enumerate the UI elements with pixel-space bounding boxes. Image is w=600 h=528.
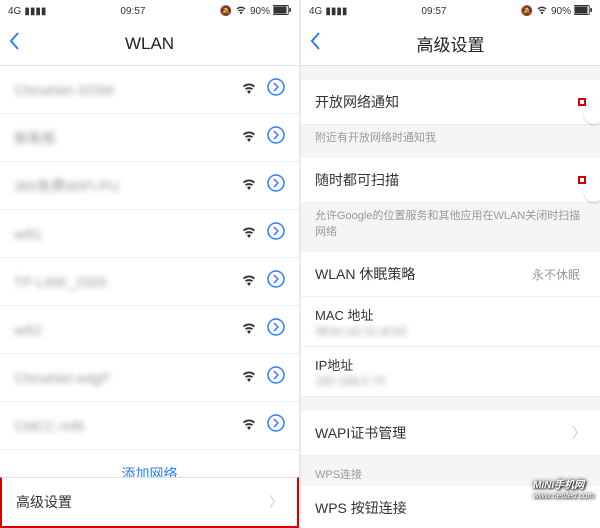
mute-icon: 🔕 (220, 6, 232, 17)
always-scan-row[interactable]: 随时都可扫描 (301, 158, 600, 203)
wifi-row[interactable]: ChinaNet-32SM (0, 66, 299, 114)
wifi-signal-icon (241, 177, 257, 195)
wifi-row[interactable]: CMCC-mf6 (0, 402, 299, 450)
battery-pct: 90% (250, 6, 270, 17)
wifi-row[interactable]: wifi2 (0, 306, 299, 354)
toggle-knob (584, 104, 600, 124)
battery-pct: 90% (551, 6, 571, 17)
wifi-detail-icon[interactable] (267, 414, 285, 437)
status-bar: 4G ▮▮▮▮ 09:57 🔕 90% (0, 0, 299, 22)
battery-icon (273, 5, 291, 18)
wapi-row[interactable]: WAPI证书管理 〉 (301, 411, 600, 456)
page-title: 高级设置 (301, 31, 600, 56)
wifi-name: ChinaNet-32SM (14, 82, 241, 98)
wifi-row[interactable]: wifi1 (0, 210, 299, 258)
header: WLAN (0, 22, 299, 66)
wifi-status-icon (536, 5, 548, 18)
wifi-signal-icon (241, 273, 257, 291)
watermark: MiNi手机网 www.netded.com (533, 476, 594, 500)
advanced-content: 开放网络通知 附近有开放网络时通知我 随时都可扫描 允许Google的位置服务和… (301, 66, 600, 528)
wifi-name: 360免费WIFI-PU (14, 176, 241, 196)
left-phone-wlan: 4G ▮▮▮▮ 09:57 🔕 90% WLAN ChinaNet-32SM 板… (0, 0, 299, 528)
wifi-signal-icon (241, 369, 257, 387)
wifi-detail-icon[interactable] (267, 174, 285, 197)
page-title: WLAN (0, 34, 299, 54)
toggle-knob (584, 182, 600, 202)
right-phone-advanced: 4G ▮▮▮▮ 09:57 🔕 90% 高级设置 开放网络通知 附近有 (301, 0, 600, 528)
watermark-text: MiNi手机网 (533, 476, 594, 491)
mute-icon: 🔕 (521, 6, 533, 17)
mac-value: 38:bc:a2:11:af:b2 (315, 324, 407, 338)
signal-label: 4G (8, 6, 21, 17)
chevron-right-icon: 〉 (269, 492, 283, 512)
open-network-notify-row[interactable]: 开放网络通知 (301, 80, 600, 125)
wifi-status-icon (235, 5, 247, 18)
header: 高级设置 (301, 22, 600, 66)
wifi-row[interactable]: TP-LINK_2505 (0, 258, 299, 306)
wifi-signal-icon (241, 225, 257, 243)
wifi-signal-icon (241, 129, 257, 147)
open-net-label: 开放网络通知 (315, 92, 578, 112)
mac-row: MAC 地址 38:bc:a2:11:af:b2 (301, 297, 600, 347)
always-scan-desc: 允许Google的位置服务和其他应用在WLAN关闭时扫描网络 (301, 203, 600, 252)
sleep-label: WLAN 休眠策略 (315, 264, 532, 284)
wifi-detail-icon[interactable] (267, 270, 285, 293)
open-net-desc: 附近有开放网络时通知我 (301, 125, 600, 158)
wifi-row[interactable]: ChinaNet-edgP (0, 354, 299, 402)
wifi-name: 板板板 (14, 128, 241, 148)
clock: 09:57 (421, 6, 446, 17)
wifi-row[interactable]: 板板板 (0, 114, 299, 162)
wifi-name: CMCC-mf6 (14, 418, 241, 434)
wps-button-label: WPS 按钮连接 (315, 498, 586, 518)
wifi-detail-icon[interactable] (267, 222, 285, 245)
wifi-signal-icon (241, 321, 257, 339)
add-network-button[interactable]: 添加网络 (0, 450, 299, 477)
ip-label: IP地址 (315, 355, 353, 374)
back-button[interactable] (8, 31, 20, 57)
ip-value: 192.168.0.70 (315, 374, 385, 388)
spacer (301, 397, 600, 411)
advanced-label: 高级设置 (16, 492, 269, 512)
signal-bars-icon: ▮▮▮▮ (24, 6, 46, 17)
wifi-name: wifi1 (14, 226, 241, 242)
wifi-detail-icon[interactable] (267, 126, 285, 149)
wifi-detail-icon[interactable] (267, 318, 285, 341)
advanced-settings-button[interactable]: 高级设置 〉 (0, 477, 299, 528)
battery-icon (574, 5, 592, 18)
spacer (301, 66, 600, 80)
wifi-row[interactable]: 360免费WIFI-PU (0, 162, 299, 210)
highlight-box (578, 176, 586, 184)
sleep-value: 永不休眠 (532, 266, 580, 283)
clock: 09:57 (120, 6, 145, 17)
highlight-box (578, 98, 586, 106)
sleep-policy-row[interactable]: WLAN 休眠策略 永不休眠 (301, 252, 600, 297)
wlan-content: ChinaNet-32SM 板板板 360免费WIFI-PU wifi1 TP-… (0, 66, 299, 477)
watermark-url: www.netded.com (533, 491, 594, 500)
wapi-label: WAPI证书管理 (315, 423, 572, 443)
chevron-right-icon: 〉 (572, 423, 586, 443)
signal-label: 4G (309, 6, 322, 17)
signal-bars-icon: ▮▮▮▮ (325, 6, 347, 17)
wifi-detail-icon[interactable] (267, 366, 285, 389)
ip-row: IP地址 192.168.0.70 (301, 347, 600, 397)
wifi-name: TP-LINK_2505 (14, 274, 241, 290)
wifi-signal-icon (241, 417, 257, 435)
wifi-detail-icon[interactable] (267, 78, 285, 101)
add-network-label: 添加网络 (122, 466, 178, 477)
status-bar: 4G ▮▮▮▮ 09:57 🔕 90% (301, 0, 600, 22)
always-scan-label: 随时都可扫描 (315, 170, 578, 190)
wifi-signal-icon (241, 81, 257, 99)
back-button[interactable] (309, 31, 321, 57)
wifi-name: wifi2 (14, 322, 241, 338)
mac-label: MAC 地址 (315, 305, 374, 324)
wifi-name: ChinaNet-edgP (14, 370, 241, 386)
